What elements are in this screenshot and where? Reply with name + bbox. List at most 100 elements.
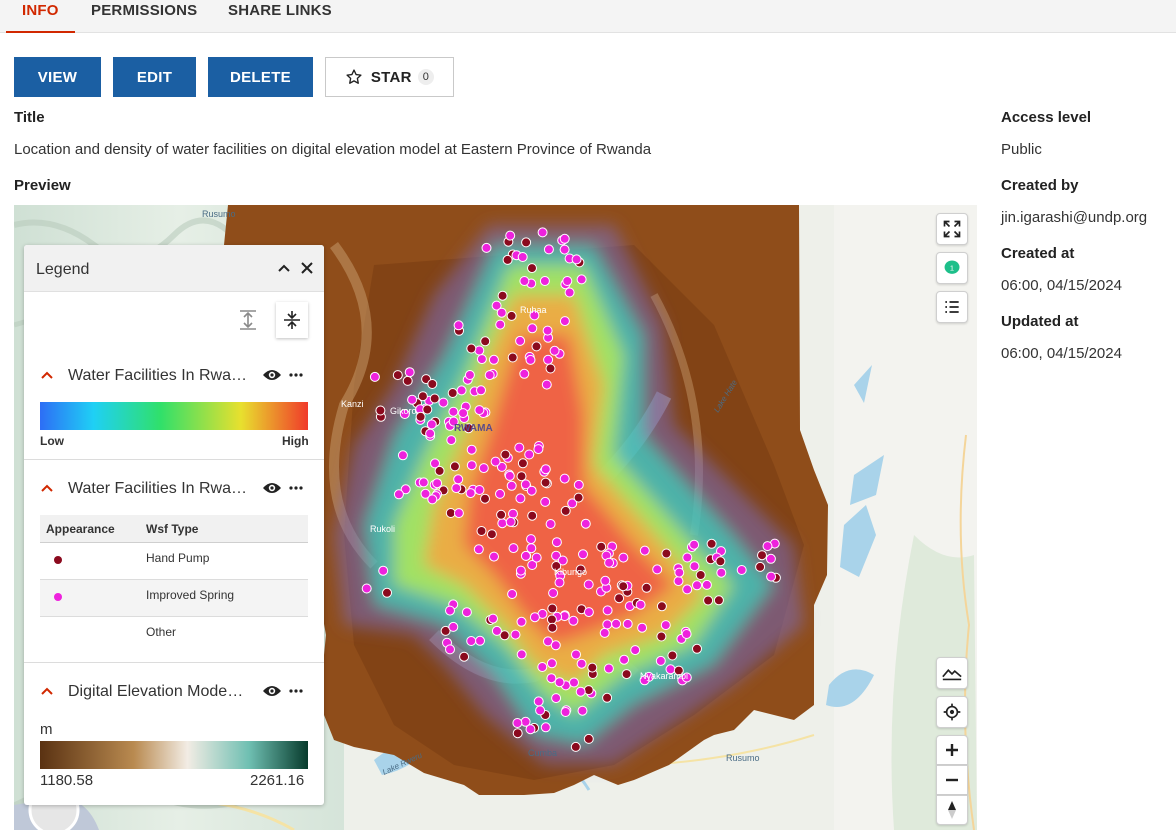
locate-icon: [943, 703, 961, 721]
improved-spring-point: [453, 320, 464, 331]
tab-permissions[interactable]: PERMISSIONS: [91, 0, 197, 33]
layer2-more-button[interactable]: [285, 477, 307, 499]
hand-pump-point: [695, 570, 706, 580]
layer3-toggle-button[interactable]: [36, 680, 58, 702]
improved-spring-point: [526, 534, 536, 545]
improved-spring-point: [655, 655, 666, 666]
improved-spring-point: [489, 551, 499, 562]
terrain-button[interactable]: [936, 657, 968, 689]
hand-pump-point: [692, 643, 702, 654]
improved-spring-point: [369, 371, 380, 382]
terrain-icon: [942, 669, 962, 681]
layer-list-button[interactable]: [936, 291, 968, 323]
updated-at-label: Updated at: [1001, 313, 1079, 330]
comment-button[interactable]: 1: [936, 252, 968, 284]
created-by-value: jin.igarashi@undp.org: [1001, 209, 1148, 226]
improved-spring-point: [630, 645, 641, 656]
improved-spring-point: [490, 456, 501, 467]
improved-spring-point: [540, 722, 551, 733]
expand-all-button[interactable]: [236, 308, 260, 332]
hand-pump-point: [713, 595, 724, 606]
improved-spring-point: [583, 607, 594, 618]
hand-pump-point: [521, 237, 532, 248]
hand-pump-point: [516, 471, 527, 482]
improved-spring-point: [560, 707, 571, 717]
geolocate-button[interactable]: [936, 696, 968, 728]
collapse-all-button[interactable]: [276, 302, 308, 338]
fullscreen-icon: [943, 220, 961, 238]
hand-pump-point: [703, 595, 714, 606]
tab-bar: INFO PERMISSIONS SHARE LINKS: [0, 0, 1176, 33]
map-label-rwama: RWAMA: [454, 423, 493, 434]
table-row: Improved Spring: [40, 580, 308, 617]
updated-at-value: 06:00, 04/15/2024: [1001, 345, 1122, 362]
hand-pump-point: [661, 548, 672, 559]
improved-spring-point: [478, 463, 489, 474]
chevron-up-icon: [41, 687, 53, 695]
more-icon: [289, 486, 303, 490]
layer2-toggle-button[interactable]: [36, 477, 58, 499]
layer3-visibility-button[interactable]: [261, 680, 283, 702]
improved-spring-point: [550, 640, 561, 651]
map-label-rukoli: Rukoli: [370, 524, 395, 534]
improved-spring-point: [515, 493, 526, 504]
improved-spring-point: [451, 483, 462, 494]
hand-pump-point: [480, 336, 491, 347]
layer1-toggle-button[interactable]: [36, 364, 58, 386]
hand-pump-point: [573, 492, 584, 503]
delete-button[interactable]: DELETE: [208, 57, 313, 97]
improved-spring-point: [736, 565, 747, 575]
compass-arrow-icon: [948, 801, 956, 819]
layer1-visibility-button[interactable]: [261, 364, 283, 386]
layer1-more-button[interactable]: [285, 364, 307, 386]
improved-spring-point: [527, 323, 538, 334]
hand-pump-point: [602, 692, 613, 703]
tab-info[interactable]: INFO: [6, 0, 75, 33]
tab-share-links[interactable]: SHARE LINKS: [228, 0, 332, 33]
improved-spring-point: [576, 274, 587, 285]
improved-spring-point: [542, 325, 553, 336]
improved-spring-point: [578, 549, 588, 560]
improved-spring-point: [548, 588, 559, 598]
star-icon: [346, 69, 362, 84]
improved-spring-point: [476, 385, 486, 396]
hand-pump-point: [422, 404, 433, 415]
layer3-more-button[interactable]: [285, 680, 307, 702]
hand-pump-point: [417, 391, 428, 402]
improved-spring-point: [361, 583, 372, 594]
zoom-out-button[interactable]: [936, 765, 968, 795]
wsf-type-table: Appearance Wsf Type Hand Pump Improved S…: [40, 515, 308, 654]
reset-bearing-button[interactable]: [936, 795, 968, 825]
hand-pump-point: [429, 393, 440, 404]
layer2-visibility-button[interactable]: [261, 477, 283, 499]
improved-spring-point: [562, 276, 573, 286]
improved-spring-point: [618, 552, 629, 563]
improved-spring-point: [504, 470, 515, 481]
improved-spring-point: [637, 622, 648, 633]
zoom-in-button[interactable]: [936, 735, 968, 765]
improved-spring-point: [559, 473, 570, 484]
hand-pump-point: [583, 685, 594, 696]
improved-spring-point: [516, 616, 527, 627]
close-icon: [301, 262, 313, 274]
improved-spring-point: [481, 242, 492, 253]
elevation-min-label: 1180.58: [40, 772, 94, 789]
improved-spring-point: [559, 244, 570, 255]
fullscreen-button[interactable]: [936, 213, 968, 245]
comment-icon: 1: [944, 260, 960, 275]
improved-spring-point: [526, 543, 537, 554]
improved-spring-point: [533, 444, 544, 455]
hand-pump-point: [449, 461, 460, 472]
plus-icon: [946, 744, 958, 756]
improved-spring-point: [488, 354, 499, 365]
star-button[interactable]: STAR 0: [325, 57, 454, 97]
improved-spring-point: [519, 368, 530, 379]
collapse-legend-button[interactable]: [273, 257, 295, 279]
improved-spring-point: [465, 488, 476, 499]
improved-spring-point: [445, 644, 455, 655]
edit-button[interactable]: EDIT: [113, 57, 196, 97]
improved-spring-point: [577, 705, 588, 716]
view-button[interactable]: VIEW: [14, 57, 101, 97]
hand-pump-point: [545, 363, 556, 374]
close-legend-button[interactable]: [296, 257, 318, 279]
